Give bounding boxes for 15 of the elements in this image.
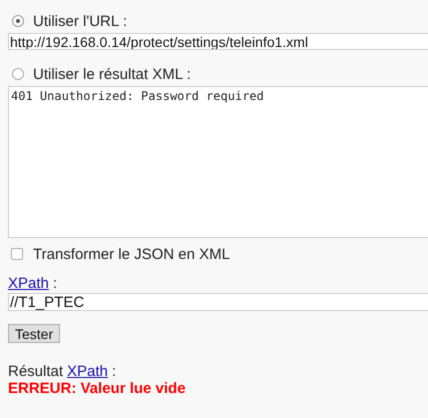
colon-label: : bbox=[52, 275, 58, 292]
xml-result-area[interactable]: 401 Unauthorized: Password required bbox=[8, 86, 428, 238]
radio-button[interactable] bbox=[12, 68, 24, 80]
test-button[interactable]: Tester bbox=[8, 324, 60, 343]
checkbox[interactable] bbox=[11, 248, 23, 260]
xpath-link[interactable]: XPath bbox=[8, 275, 49, 292]
checkbox-label: Transformer le JSON en XML bbox=[33, 246, 230, 262]
option-label: Utiliser l'URL : bbox=[33, 12, 127, 30]
colon-label: : bbox=[112, 363, 116, 380]
xpath-field[interactable]: //T1_PTEC bbox=[8, 293, 428, 311]
error-message: ERREUR: Valeur lue vide bbox=[8, 380, 187, 397]
xpath-link[interactable]: XPath bbox=[67, 363, 108, 380]
result-label: Résultat bbox=[8, 363, 64, 380]
radio-button[interactable] bbox=[12, 15, 24, 27]
option-label: Utiliser le résultat XML : bbox=[33, 66, 191, 82]
